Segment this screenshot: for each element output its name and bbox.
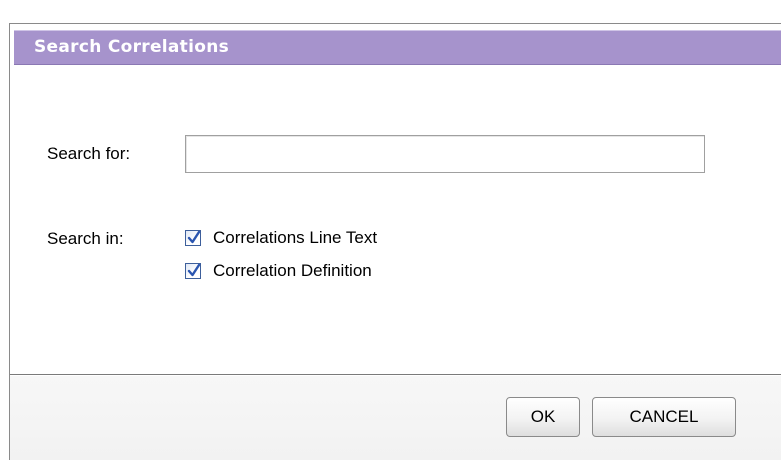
search-correlations-dialog: Search Correlations Search for: Search i… <box>9 23 781 460</box>
dialog-body: Search for: Search in: Correlations Line… <box>10 65 781 374</box>
option-correlation-definition[interactable]: Correlation Definition <box>185 260 372 282</box>
checkmark-icon <box>187 231 201 244</box>
page: Search Correlations Search for: Search i… <box>0 0 781 460</box>
dialog-title: Search Correlations <box>34 37 230 57</box>
option-correlations-line-text[interactable]: Correlations Line Text <box>185 227 377 249</box>
search-in-label: Search in: <box>47 229 124 248</box>
dialog-title-bar[interactable]: Search Correlations <box>14 30 781 65</box>
correlations-line-text-checkbox[interactable] <box>185 230 201 246</box>
correlation-definition-checkbox[interactable] <box>185 263 201 279</box>
correlation-definition-label: Correlation Definition <box>213 261 372 280</box>
search-for-label: Search for: <box>47 144 131 163</box>
correlations-line-text-label: Correlations Line Text <box>213 228 378 247</box>
ok-button[interactable]: OK <box>506 397 580 437</box>
search-input[interactable] <box>185 135 705 173</box>
dialog-footer: OK CANCEL <box>10 376 781 460</box>
cancel-button[interactable]: CANCEL <box>592 397 736 437</box>
checkmark-icon <box>187 264 201 277</box>
